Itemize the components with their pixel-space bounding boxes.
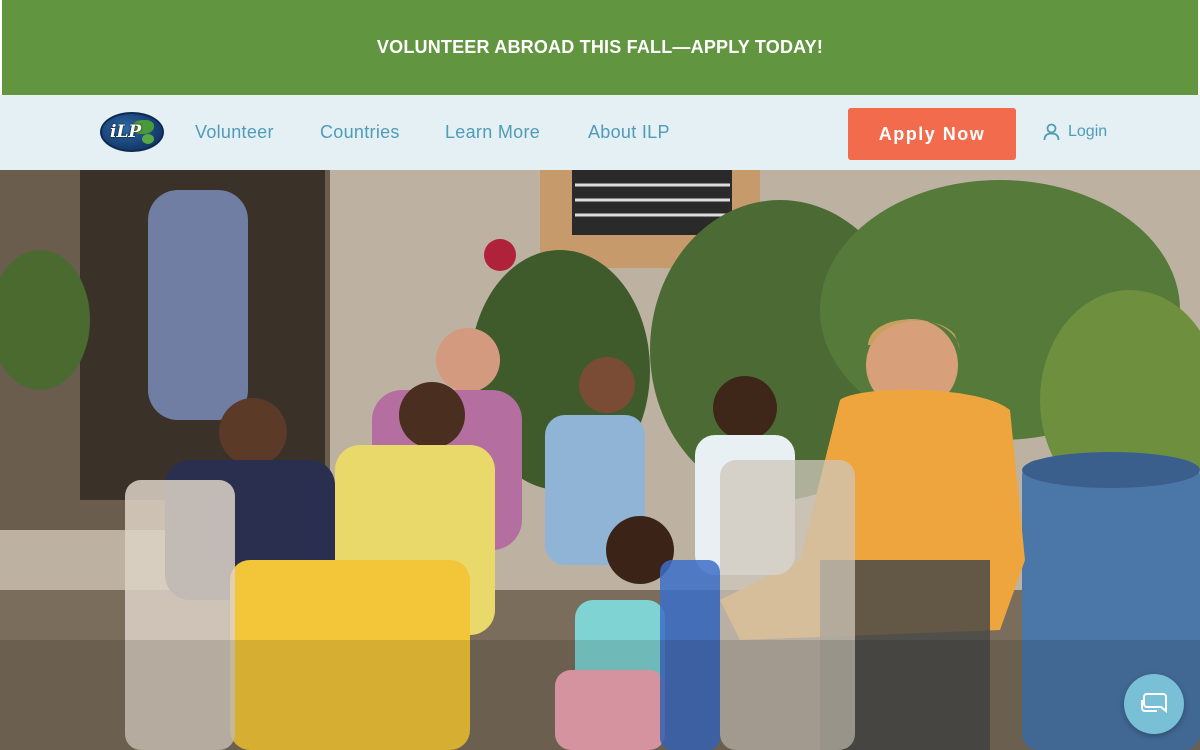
user-icon: [1043, 123, 1060, 141]
hero-photo: [0, 170, 1200, 750]
announcement-text: VOLUNTEER ABROAD THIS FALL—APPLY TODAY!: [376, 37, 824, 57]
nav-link-learn-more[interactable]: Learn More: [445, 122, 540, 143]
logo-land-shape: [142, 134, 154, 144]
login-link[interactable]: Login: [1043, 123, 1107, 141]
nav-link-about-ilp[interactable]: About ILP: [588, 122, 670, 143]
main-navbar: iLP Volunteer Countries Learn More About…: [0, 95, 1200, 170]
nav-link-volunteer[interactable]: Volunteer: [195, 122, 274, 143]
ilp-logo[interactable]: iLP: [100, 112, 164, 152]
chat-bubble-icon: [1141, 693, 1167, 714]
logo-text: iLP: [110, 122, 142, 142]
nav-link-countries[interactable]: Countries: [320, 122, 400, 143]
announcement-banner[interactable]: VOLUNTEER ABROAD THIS FALL—APPLY TODAY!: [2, 0, 1198, 95]
apply-now-button[interactable]: Apply Now: [848, 108, 1016, 160]
hero-image: [0, 170, 1200, 750]
chat-button[interactable]: [1124, 674, 1184, 734]
login-label: Login: [1068, 123, 1108, 140]
